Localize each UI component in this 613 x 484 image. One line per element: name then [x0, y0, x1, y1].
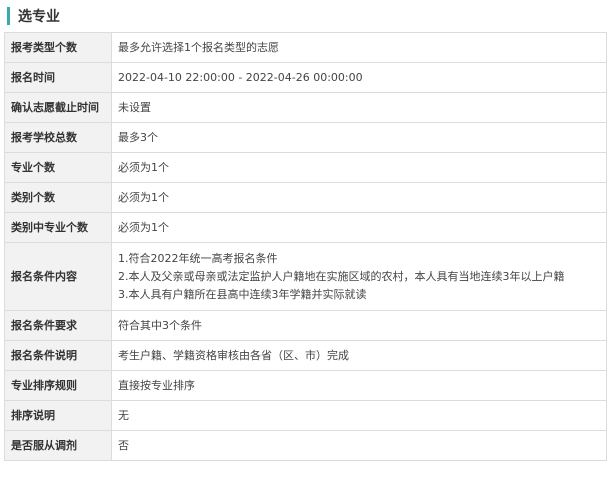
- row-label: 专业排序规则: [4, 370, 112, 401]
- table-row: 确认志愿截止时间 未设置: [4, 92, 607, 123]
- table-row: 报名条件内容 1.符合2022年统一高考报名条件 2.本人及父亲或母亲或法定监护…: [4, 242, 607, 311]
- row-label: 报名条件要求: [4, 310, 112, 341]
- row-value: 考生户籍、学籍资格审核由各省（区、市）完成: [111, 340, 607, 371]
- row-label: 报考类型个数: [4, 32, 112, 63]
- row-value: 最多允许选择1个报名类型的志愿: [111, 32, 607, 63]
- table-row: 报考学校总数 最多3个: [4, 122, 607, 153]
- row-value: 直接按专业排序: [111, 370, 607, 401]
- row-label: 确认志愿截止时间: [4, 92, 112, 123]
- row-value: 符合其中3个条件: [111, 310, 607, 341]
- row-label: 报名时间: [4, 62, 112, 93]
- page: 选专业 报考类型个数 最多允许选择1个报名类型的志愿 报名时间 2022-04-…: [0, 0, 613, 484]
- row-label: 专业个数: [4, 152, 112, 183]
- row-value: 无: [111, 400, 607, 431]
- row-label: 类别个数: [4, 182, 112, 213]
- row-value: 最多3个: [111, 122, 607, 153]
- table-row: 专业个数 必须为1个: [4, 152, 607, 183]
- condition-line: 2.本人及父亲或母亲或法定监护人户籍地在实施区域的农村，本人具有当地连续3年以上…: [118, 269, 565, 283]
- row-label: 是否服从调剂: [4, 430, 112, 461]
- row-label: 类别中专业个数: [4, 212, 112, 243]
- condition-line: 3.本人具有户籍所在县高中连续3年学籍并实际就读: [118, 287, 367, 301]
- section-title: 选专业: [18, 9, 60, 25]
- row-label: 排序说明: [4, 400, 112, 431]
- conditions-value: 1.符合2022年统一高考报名条件 2.本人及父亲或母亲或法定监护人户籍地在实施…: [111, 242, 607, 311]
- title-accent-bar: [7, 7, 10, 25]
- table-row: 报名条件说明 考生户籍、学籍资格审核由各省（区、市）完成: [4, 340, 607, 371]
- row-value: 未设置: [111, 92, 607, 123]
- table-row: 是否服从调剂 否: [4, 430, 607, 461]
- table-row: 专业排序规则 直接按专业排序: [4, 370, 607, 401]
- table-row: 报名条件要求 符合其中3个条件: [4, 310, 607, 341]
- table-row: 类别中专业个数 必须为1个: [4, 212, 607, 243]
- table-row: 排序说明 无: [4, 400, 607, 431]
- row-value: 必须为1个: [111, 212, 607, 243]
- condition-line: 1.符合2022年统一高考报名条件: [118, 251, 278, 265]
- row-label: 报考学校总数: [4, 122, 112, 153]
- row-label: 报名条件说明: [4, 340, 112, 371]
- table-row: 报名时间 2022-04-10 22:00:00 - 2022-04-26 00…: [4, 62, 607, 93]
- major-info-table: 报考类型个数 最多允许选择1个报名类型的志愿 报名时间 2022-04-10 2…: [4, 32, 607, 461]
- table-row: 报考类型个数 最多允许选择1个报名类型的志愿: [4, 32, 607, 63]
- section-header: 选专业: [4, 0, 609, 32]
- row-value: 2022-04-10 22:00:00 - 2022-04-26 00:00:0…: [111, 62, 607, 93]
- row-value: 必须为1个: [111, 182, 607, 213]
- row-value: 否: [111, 430, 607, 461]
- row-label: 报名条件内容: [4, 242, 112, 311]
- row-value: 必须为1个: [111, 152, 607, 183]
- table-row: 类别个数 必须为1个: [4, 182, 607, 213]
